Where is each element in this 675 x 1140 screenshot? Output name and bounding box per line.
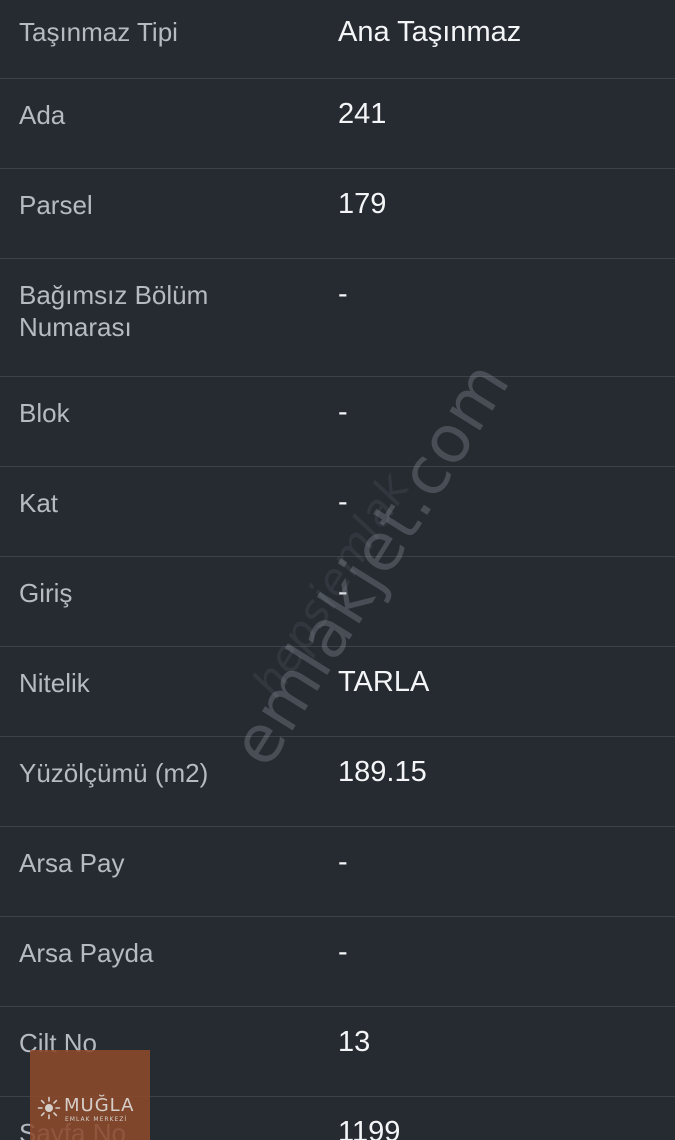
- sun-icon: [37, 1096, 61, 1120]
- row-value: -: [338, 396, 348, 428]
- detail-row-bagimsiz-bolum-numarasi: Bağımsız Bölüm Numarası -: [0, 259, 675, 377]
- row-label: Kat: [19, 488, 59, 518]
- row-label: Giriş: [19, 578, 73, 608]
- row-value: -: [338, 936, 348, 968]
- row-value: -: [338, 846, 348, 878]
- row-value: TARLA: [338, 666, 430, 698]
- detail-row-arsa-pay: Arsa Pay -: [0, 827, 675, 917]
- row-value: 241: [338, 98, 387, 130]
- detail-row-giris: Giriş -: [0, 557, 675, 647]
- detail-row-nitelik: Nitelik TARLA: [0, 647, 675, 737]
- row-value: -: [338, 576, 348, 608]
- row-label: Arsa Payda: [19, 938, 154, 968]
- property-details-list: Taşınmaz Tipi Ana Taşınmaz Ada 241 Parse…: [0, 0, 675, 1140]
- row-value: 189.15: [338, 756, 427, 788]
- detail-row-yuzolcumu: Yüzölçümü (m2) 189.15: [0, 737, 675, 827]
- detail-row-arsa-payda: Arsa Payda -: [0, 917, 675, 1007]
- row-label: Nitelik: [19, 668, 90, 698]
- row-value: 179: [338, 188, 387, 220]
- logo-subtitle: EMLAK MERKEZİ: [65, 1116, 128, 1123]
- row-label: Parsel: [19, 190, 93, 220]
- detail-row-parsel: Parsel 179: [0, 169, 675, 259]
- detail-row-kat: Kat -: [0, 467, 675, 557]
- row-value: 1199: [338, 1116, 401, 1140]
- detail-row-tasinmaz-tipi: Taşınmaz Tipi Ana Taşınmaz: [0, 0, 675, 79]
- row-value: -: [338, 486, 348, 518]
- row-label: Taşınmaz Tipi: [19, 17, 178, 47]
- detail-row-blok: Blok -: [0, 377, 675, 467]
- row-value: Ana Taşınmaz: [338, 16, 522, 48]
- agency-logo: MUĞLA EMLAK MERKEZİ: [30, 1050, 150, 1140]
- row-label: Blok: [19, 398, 70, 428]
- row-label: Ada: [19, 100, 66, 130]
- logo-name: MUĞLA: [64, 1095, 135, 1116]
- detail-row-ada: Ada 241: [0, 79, 675, 169]
- row-label: Arsa Pay: [19, 848, 125, 878]
- row-label: Bağımsız Bölüm Numarası: [19, 280, 209, 342]
- row-label: Yüzölçümü (m2): [19, 758, 209, 788]
- row-value: -: [338, 278, 348, 310]
- row-value: 13: [338, 1026, 371, 1058]
